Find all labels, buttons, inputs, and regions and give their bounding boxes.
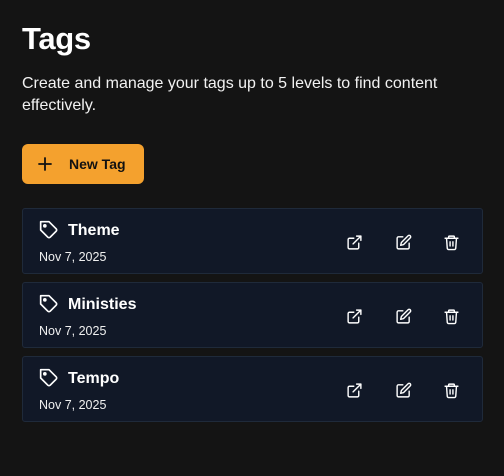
trash-icon[interactable]	[442, 233, 460, 251]
tag-card: Tempo Nov 7, 2025	[22, 356, 483, 422]
tags-page: Tags Create and manage your tags up to 5…	[0, 0, 504, 476]
tag-icon	[39, 220, 59, 240]
trash-icon[interactable]	[442, 381, 460, 399]
tag-name: Theme	[68, 222, 120, 239]
edit-icon[interactable]	[394, 307, 412, 325]
edit-icon[interactable]	[394, 381, 412, 399]
page-description: Create and manage your tags up to 5 leve…	[22, 75, 438, 114]
tag-icon	[39, 294, 59, 314]
plus-icon	[38, 157, 52, 171]
external-link-icon[interactable]	[345, 233, 363, 251]
tag-name: Ministies	[68, 296, 137, 313]
external-link-icon[interactable]	[345, 381, 363, 399]
tag-card: Ministies Nov 7, 2025	[22, 282, 483, 348]
tag-date: Nov 7, 2025	[39, 398, 107, 412]
tag-list: Theme Nov 7, 2025 Ministies Nov 7, 2025 …	[22, 208, 483, 430]
tag-date: Nov 7, 2025	[39, 324, 107, 338]
new-tag-button[interactable]: New Tag	[22, 144, 144, 184]
new-tag-label: New Tag	[69, 156, 126, 172]
tag-icon	[39, 368, 59, 388]
page-title: Tags	[22, 21, 91, 56]
tag-name: Tempo	[68, 370, 120, 387]
edit-icon[interactable]	[394, 233, 412, 251]
tag-date: Nov 7, 2025	[39, 250, 107, 264]
external-link-icon[interactable]	[345, 307, 363, 325]
tag-card: Theme Nov 7, 2025	[22, 208, 483, 274]
trash-icon[interactable]	[442, 307, 460, 325]
